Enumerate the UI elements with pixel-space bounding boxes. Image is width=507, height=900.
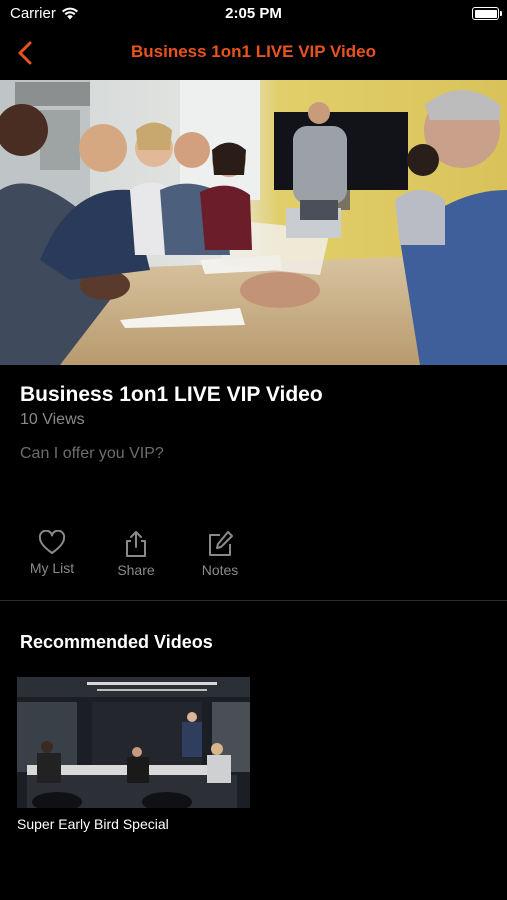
notes-label: Notes (201, 562, 239, 578)
share-label: Share (117, 562, 155, 578)
navigation-bar: Business 1on1 LIVE VIP Video (0, 28, 507, 80)
share-button[interactable]: Share (101, 530, 171, 578)
battery-icon (472, 7, 502, 20)
heart-icon (38, 530, 66, 554)
recommended-section-title: Recommended Videos (20, 632, 213, 652)
recommended-video-title: Super Early Bird Special (17, 816, 169, 832)
video-actions: My List Share Notes (0, 530, 507, 580)
status-time: 2:05 PM (225, 5, 282, 22)
recommended-video-card[interactable]: Super Early Bird Special (17, 677, 250, 832)
video-views-count: 10 Views (20, 411, 85, 428)
notes-button[interactable]: Notes (185, 530, 255, 578)
my-list-button[interactable]: My List (17, 530, 87, 576)
section-divider (0, 600, 507, 601)
edit-notes-icon (209, 531, 233, 556)
video-player-thumbnail[interactable] (0, 80, 507, 365)
meeting-photo-image (0, 80, 507, 365)
video-detail-screen: Carrier 2:05 PM Business 1on1 LIVE VIP V… (0, 0, 507, 900)
video-description: Can I offer you VIP? (20, 445, 164, 462)
share-icon (126, 531, 146, 557)
video-title: Business 1on1 LIVE VIP Video (20, 383, 323, 406)
recommended-video-thumbnail (17, 677, 250, 808)
status-bar: Carrier 2:05 PM (0, 0, 507, 28)
nav-title: Business 1on1 LIVE VIP Video (130, 42, 376, 61)
my-list-label: My List (29, 560, 75, 576)
